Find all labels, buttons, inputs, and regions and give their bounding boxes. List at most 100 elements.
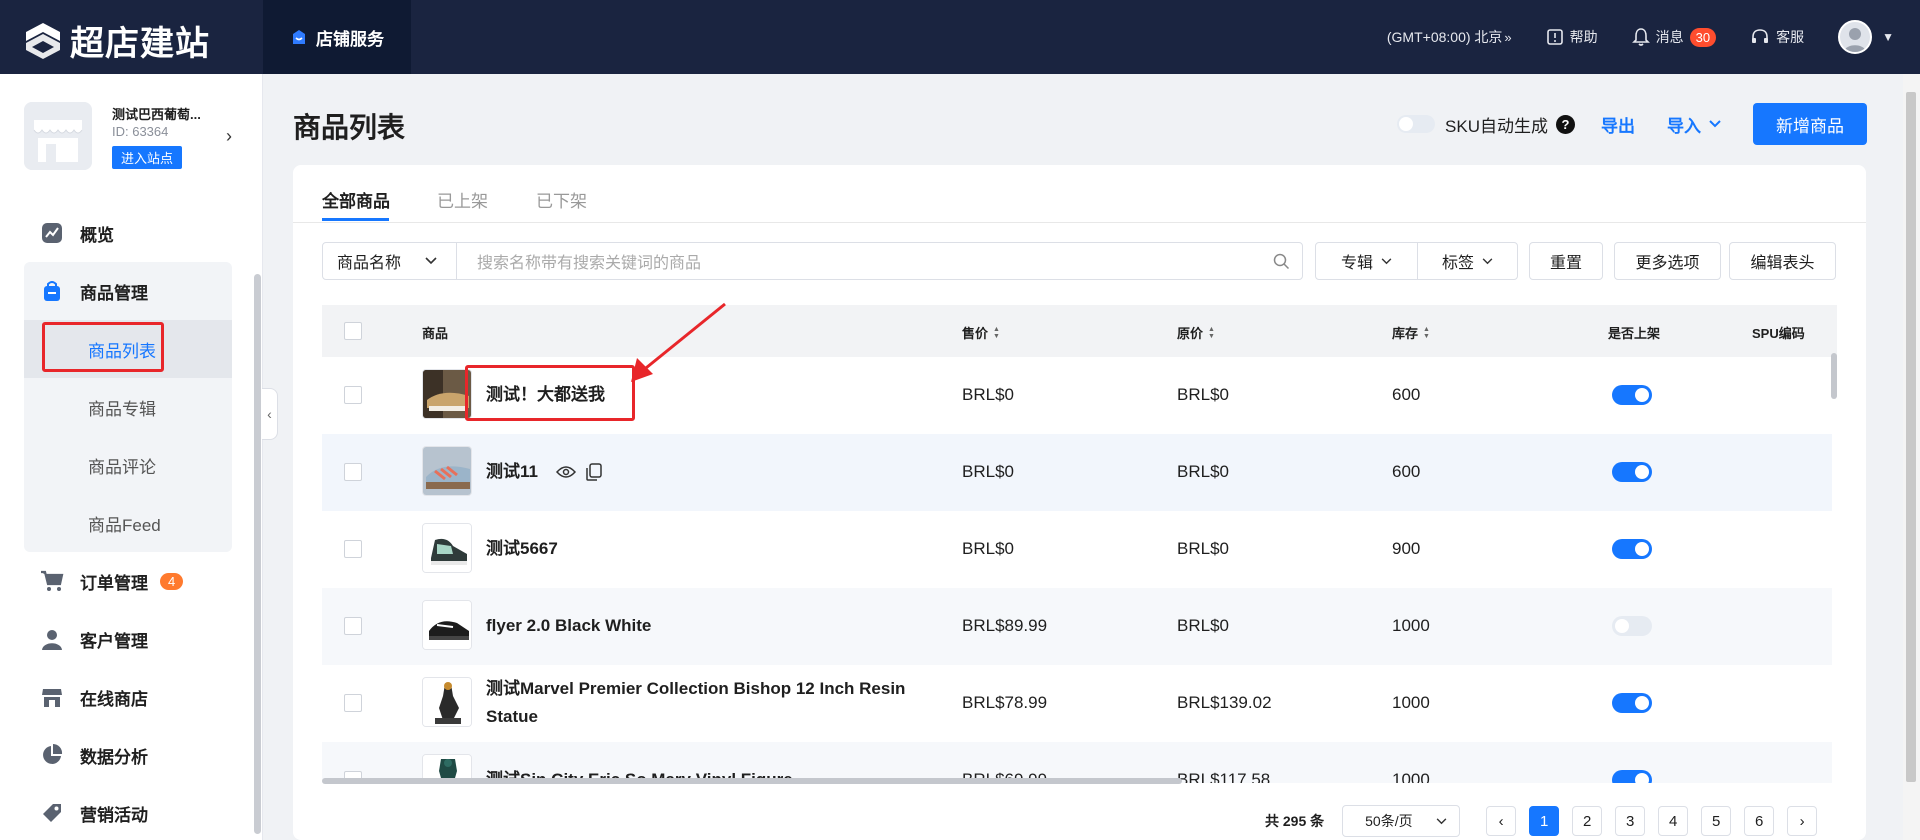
product-name[interactable]: 测试5667 [486,535,558,563]
person-icon [40,627,64,651]
tab-all-products[interactable]: 全部商品 [322,187,390,212]
sidebar-collapse-button[interactable]: ‹ [262,388,278,440]
listed-toggle[interactable] [1612,462,1652,482]
import-label: 导入 [1667,116,1701,136]
sidebar-item-analytics[interactable]: 数据分析 [24,726,232,784]
product-name[interactable]: flyer 2.0 Black White [486,612,651,640]
user-menu[interactable]: ▼ [1838,20,1894,54]
sidebar-item-products[interactable]: 商品管理 [24,262,232,320]
sidebar: 测试巴西葡萄... ID: 63364 进入站点 › 概览 商品管理 商品列表 … [0,74,263,840]
sidebar-item-product-collections[interactable]: 商品专辑 [24,378,232,436]
enter-site-button[interactable]: 进入站点 [112,146,183,169]
chevron-right-icon: › [1799,812,1805,830]
row-checkbox[interactable] [344,617,362,635]
search-field-select[interactable]: 商品名称 [322,242,457,280]
chevron-down-icon [1709,120,1721,128]
product-name[interactable]: 测试Marvel Premier Collection Bishop 12 In… [486,675,916,731]
shop-bag-icon [293,30,305,44]
new-product-button[interactable]: 新增商品 [1753,103,1867,145]
sidebar-item-product-feed[interactable]: 商品Feed [24,494,232,552]
tab-store-service[interactable]: 店铺服务 [263,0,411,74]
import-button[interactable]: 导入 [1667,112,1721,137]
help-link[interactable]: 帮助 [1546,27,1598,47]
sku-auto-toggle[interactable] [1397,115,1436,133]
column-header-compare-price[interactable]: 原价 ▲ ▼ [1177,323,1215,342]
page-button[interactable]: 4 [1658,806,1689,836]
price-cell: BRL$89.99 [962,616,1048,635]
table-row[interactable]: 测试5667 BRL$0 BRL$0 900 [322,511,1832,588]
sidebar-item-label: 概览 [80,225,114,245]
product-thumbnail [422,446,472,496]
page-button[interactable]: 2 [1572,806,1603,836]
brand-logo[interactable]: 超店建站 [24,16,210,65]
table-row[interactable]: 测试Sin City Eric So Mary Vinyl Figure BRL… [322,742,1832,783]
column-header-label: 原价 [1177,326,1204,341]
horizontal-scrollbar[interactable] [322,778,1182,784]
cart-icon [40,569,64,593]
product-name[interactable]: 测试11 [486,458,538,486]
chevron-down-icon [1436,817,1447,824]
timezone-selector[interactable]: (GMT+08:00) 北京 » [1387,27,1512,47]
table-vertical-scrollbar[interactable] [1831,353,1837,399]
column-header-stock[interactable]: 库存 ▲ ▼ [1392,323,1430,342]
stock-cell: 1000 [1392,616,1430,635]
table-row[interactable]: 测试Marvel Premier Collection Bishop 12 In… [322,665,1832,742]
prev-page-button[interactable]: ‹ [1486,806,1517,836]
table-row[interactable]: 测试11 BRL$0 BRL$0 600 [322,434,1832,511]
messages-link[interactable]: 消息 30 [1631,27,1717,47]
row-checkbox[interactable] [344,463,362,481]
more-options-button[interactable]: 更多选项 [1614,242,1721,280]
chevron-left-icon: ‹ [267,406,272,422]
page-button[interactable]: 1 [1529,806,1560,836]
sidebar-item-overview[interactable]: 概览 [24,204,232,262]
eye-icon[interactable] [555,465,576,479]
column-header-price[interactable]: 售价 ▲ ▼ [962,323,1000,342]
collection-filter[interactable]: 专辑 [1315,242,1418,280]
sidebar-item-marketing[interactable]: 营销活动 [24,784,232,840]
chevron-down-icon: ▼ [1882,30,1894,44]
sidebar-item-online-store[interactable]: 在线商店 [24,668,232,726]
edit-header-button[interactable]: 编辑表头 [1729,242,1836,280]
search-icon[interactable] [1273,253,1290,270]
select-all-checkbox[interactable] [344,322,362,340]
book-icon [1546,29,1563,45]
search-input[interactable]: 搜索名称带有搜索关键词的商品 [456,242,1303,280]
price-cell: BRL$78.99 [962,693,1048,712]
listed-toggle[interactable] [1612,385,1652,405]
store-switcher[interactable]: 测试巴西葡萄... ID: 63364 进入站点 › [24,102,234,172]
export-button[interactable]: 导出 [1601,112,1635,137]
customer-service-link[interactable]: 客服 [1750,27,1804,47]
sidebar-item-customers[interactable]: 客户管理 [24,610,232,668]
column-header-spu: SPU编码 [1752,326,1805,341]
listed-toggle[interactable] [1612,693,1652,713]
bag-icon [40,279,64,303]
page-button[interactable]: 3 [1615,806,1646,836]
total-count: 共 295 条 [1265,813,1325,829]
tab-unlisted[interactable]: 已下架 [536,187,587,212]
listed-toggle[interactable] [1612,770,1652,783]
brand-name: 超店建站 [70,25,210,63]
table-row[interactable]: flyer 2.0 Black White BRL$89.99 BRL$0 10… [322,588,1832,665]
sort-icon: ▲ ▼ [1423,325,1430,340]
compare-price-cell: BRL$0 [1177,385,1229,404]
tag-filter[interactable]: 标签 [1417,242,1518,280]
listed-toggle[interactable] [1612,616,1652,636]
page-button[interactable]: 5 [1701,806,1732,836]
store-name: 测试巴西葡萄... [112,107,201,122]
sidebar-item-product-reviews[interactable]: 商品评论 [24,436,232,494]
page-size-select[interactable]: 50条/页 [1342,805,1461,837]
copy-icon[interactable] [586,463,602,481]
pagination: 共 295 条 50条/页 ‹ 1 2 3 4 5 6 › [1265,805,1830,837]
page-button[interactable]: 6 [1744,806,1775,836]
next-page-button[interactable]: › [1787,806,1818,836]
sidebar-scrollbar[interactable] [254,274,261,834]
tab-listed[interactable]: 已上架 [437,187,488,212]
reset-button[interactable]: 重置 [1529,242,1603,280]
listed-toggle[interactable] [1612,539,1652,559]
row-checkbox[interactable] [344,694,362,712]
window-scrollbar-thumb[interactable] [1906,92,1916,782]
question-icon[interactable]: ? [1556,114,1575,134]
sidebar-item-orders[interactable]: 订单管理 4 [24,552,232,610]
row-checkbox[interactable] [344,386,362,404]
row-checkbox[interactable] [344,540,362,558]
